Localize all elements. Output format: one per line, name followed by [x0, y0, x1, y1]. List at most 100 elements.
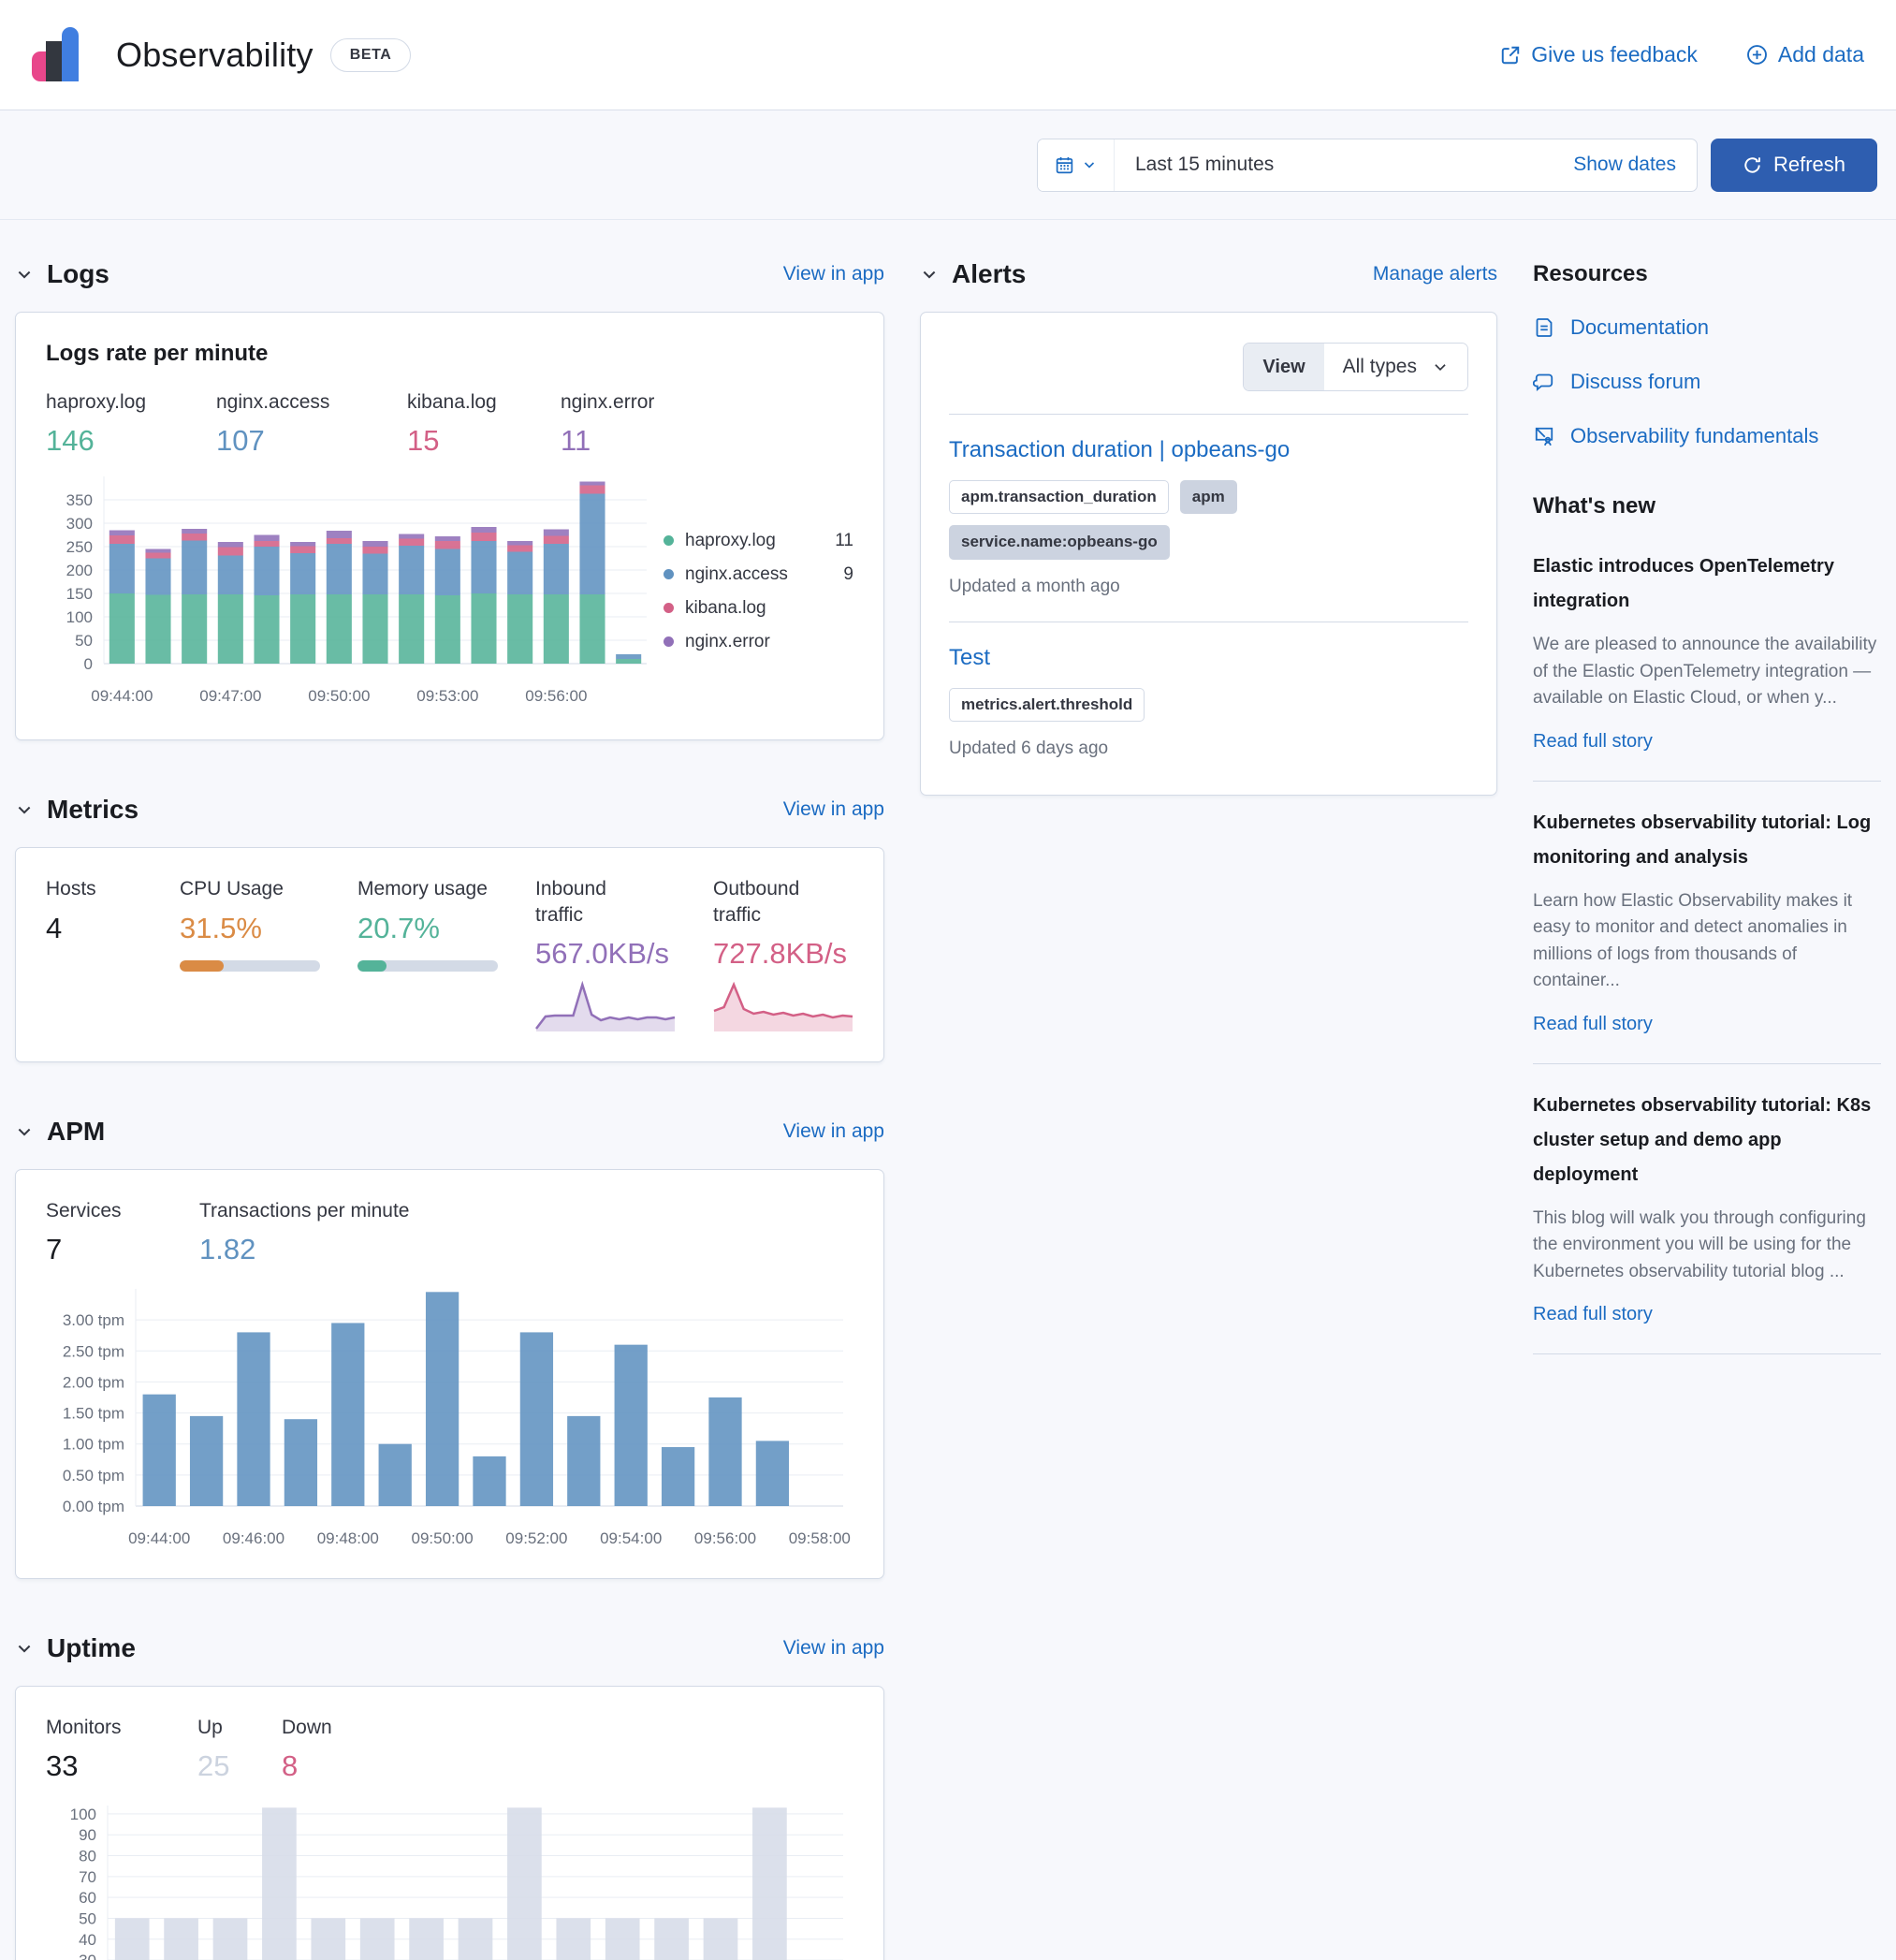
svg-text:2.50 tpm: 2.50 tpm [63, 1342, 124, 1360]
news-title: Elastic introduces OpenTelemetry integra… [1533, 549, 1881, 619]
uptime-monitors-chart: 010203040506070809010009:44:0009:46:0009… [46, 1792, 853, 1960]
apm-section: APM View in app Services 7 Transactions … [15, 1117, 884, 1579]
external-link-icon [1500, 45, 1521, 66]
svg-text:300: 300 [66, 515, 93, 533]
svg-text:09:50:00: 09:50:00 [412, 1529, 474, 1547]
uptime-section: Uptime View in app Monitors 33 Up 25 Dow… [15, 1633, 884, 1960]
svg-text:0.50 tpm: 0.50 tpm [63, 1467, 124, 1485]
documentation-link[interactable]: Documentation [1533, 315, 1881, 340]
svg-text:3.00 tpm: 3.00 tpm [63, 1311, 124, 1329]
svg-text:350: 350 [66, 491, 93, 509]
legend-dot [664, 535, 674, 546]
alerts-card: View All types Transaction duration | op… [920, 312, 1497, 796]
refresh-button[interactable]: Refresh [1711, 139, 1877, 192]
legend-item: kibana.log [664, 598, 853, 619]
svg-text:1.00 tpm: 1.00 tpm [63, 1436, 124, 1454]
legend-dot [664, 603, 674, 613]
news-item: Kubernetes observability tutorial: Log m… [1533, 782, 1881, 1063]
show-dates-link[interactable]: Show dates [1553, 154, 1697, 176]
alert-item: Transaction duration | opbeans-go apm.tr… [949, 414, 1468, 605]
svg-text:50: 50 [79, 1910, 96, 1928]
read-full-story-link[interactable]: Read full story [1533, 1304, 1653, 1325]
logs-stat: haproxy.log 146 [46, 389, 175, 458]
add-data-link[interactable]: Add data [1746, 42, 1864, 67]
logs-card: Logs rate per minute haproxy.log 146 ngi… [15, 312, 884, 740]
news-item: Kubernetes observability tutorial: K8s c… [1533, 1064, 1881, 1354]
legend-dot [664, 569, 674, 579]
svg-text:09:53:00: 09:53:00 [416, 687, 478, 705]
alert-badge: metrics.alert.threshold [949, 688, 1145, 722]
discuss-icon [1533, 371, 1555, 393]
logs-view-in-app-link[interactable]: View in app [783, 263, 884, 285]
news-excerpt: We are pleased to announce the availabil… [1533, 632, 1881, 712]
svg-text:0.00 tpm: 0.00 tpm [63, 1498, 124, 1515]
uptime-view-in-app-link[interactable]: View in app [783, 1637, 884, 1660]
svg-text:60: 60 [79, 1890, 96, 1908]
outbound-traffic-sparkline [713, 978, 853, 1037]
metrics-section: Metrics View in app Hosts 4 CPU Usage 31… [15, 795, 884, 1062]
give-feedback-link[interactable]: Give us feedback [1500, 42, 1698, 67]
manage-alerts-link[interactable]: Manage alerts [1373, 263, 1497, 285]
read-full-story-link[interactable]: Read full story [1533, 731, 1653, 753]
training-icon [1533, 425, 1555, 447]
apm-section-title: APM [47, 1117, 105, 1147]
memory-usage-gauge [357, 960, 498, 972]
news-excerpt: This blog will walk you through configur… [1533, 1206, 1881, 1286]
legend-item: haproxy.log 11 [664, 531, 853, 551]
svg-text:09:46:00: 09:46:00 [223, 1529, 284, 1547]
legend-dot [664, 636, 674, 647]
collapse-chevron-icon[interactable] [15, 1639, 34, 1658]
alert-title-link[interactable]: Transaction duration | opbeans-go [949, 437, 1290, 462]
alert-badge: apm [1180, 480, 1237, 514]
cpu-usage-stat: CPU Usage 31.5% [180, 876, 320, 1037]
logs-stat: nginx.error 11 [561, 389, 654, 458]
calendar-dropdown-button[interactable] [1038, 139, 1115, 191]
discuss-icon-link[interactable]: Discuss forum [1533, 370, 1881, 394]
document-icon [1533, 316, 1555, 339]
svg-text:50: 50 [75, 632, 93, 650]
svg-text:30: 30 [79, 1953, 96, 1960]
news-title: Kubernetes observability tutorial: Log m… [1533, 806, 1881, 875]
chevron-down-icon [1432, 358, 1449, 375]
collapse-chevron-icon[interactable] [920, 265, 939, 284]
svg-text:40: 40 [79, 1931, 96, 1949]
training-link[interactable]: Observability fundamentals [1533, 424, 1881, 448]
news-title: Kubernetes observability tutorial: K8s c… [1533, 1089, 1881, 1192]
alerts-section: Alerts Manage alerts View All types [920, 259, 1497, 796]
time-range-value[interactable]: Last 15 minutes [1115, 154, 1553, 176]
collapse-chevron-icon[interactable] [15, 800, 34, 819]
tpm-stat: Transactions per minute 1.82 [199, 1198, 410, 1266]
alerts-section-title: Alerts [952, 259, 1026, 289]
alert-updated-text: Updated 6 days ago [949, 739, 1468, 759]
svg-text:09:44:00: 09:44:00 [91, 687, 153, 705]
svg-text:90: 90 [79, 1827, 96, 1845]
svg-text:1.50 tpm: 1.50 tpm [63, 1405, 124, 1423]
uptime-section-title: Uptime [47, 1633, 136, 1663]
alert-badge: apm.transaction_duration [949, 480, 1169, 514]
app-header: Observability BETA Give us feedback Add … [0, 0, 1896, 110]
svg-text:0: 0 [84, 655, 93, 673]
svg-text:09:50:00: 09:50:00 [308, 687, 370, 705]
logs-rate-chart: 05010015020025030035009:44:0009:47:0009:… [46, 463, 654, 719]
collapse-chevron-icon[interactable] [15, 1122, 34, 1141]
alert-title-link[interactable]: Test [949, 645, 990, 670]
logs-stat: nginx.access 107 [216, 389, 366, 458]
metrics-section-title: Metrics [47, 795, 139, 825]
alert-type-select[interactable]: View All types [1243, 343, 1468, 391]
svg-text:09:58:00: 09:58:00 [789, 1529, 851, 1547]
collapse-chevron-icon[interactable] [15, 265, 34, 284]
news-excerpt: Learn how Elastic Observability makes it… [1533, 888, 1881, 995]
svg-text:100: 100 [70, 1806, 96, 1823]
whats-new-title: What's new [1533, 493, 1881, 519]
apm-view-in-app-link[interactable]: View in app [783, 1120, 884, 1143]
read-full-story-link[interactable]: Read full story [1533, 1014, 1653, 1035]
news-item: Elastic introduces OpenTelemetry integra… [1533, 525, 1881, 781]
alert-updated-text: Updated a month ago [949, 577, 1468, 597]
svg-text:80: 80 [79, 1848, 96, 1865]
inbound-traffic-stat: Inbound traffic 567.0KB/s [535, 876, 676, 1037]
cpu-usage-gauge [180, 960, 320, 972]
beta-badge: BETA [330, 38, 412, 72]
svg-text:100: 100 [66, 608, 93, 626]
svg-text:09:48:00: 09:48:00 [317, 1529, 379, 1547]
metrics-view-in-app-link[interactable]: View in app [783, 798, 884, 821]
